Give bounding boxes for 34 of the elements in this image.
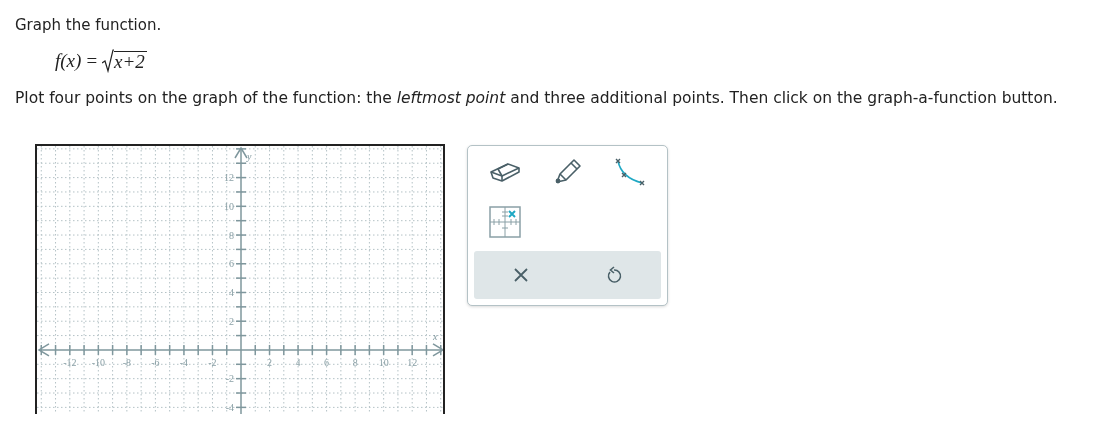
eraser-icon xyxy=(488,160,523,184)
formula-relation: = xyxy=(86,48,98,73)
tick-label: -12 xyxy=(63,356,77,368)
undo-icon xyxy=(606,266,623,284)
tick-label: 8 xyxy=(229,229,234,241)
close-icon xyxy=(513,268,528,282)
tick-label: 6 xyxy=(324,356,330,368)
square-root-icon xyxy=(102,49,115,73)
tick-label: 4 xyxy=(229,287,234,298)
tick-label: 10 xyxy=(378,356,389,368)
tick-label: -2 xyxy=(208,356,217,368)
tick-label: -10 xyxy=(91,356,105,368)
x-axis-label: x xyxy=(433,330,438,342)
formula-lhs: f(x) xyxy=(55,48,82,73)
tick-label: 12 xyxy=(224,172,234,184)
tick-label: -8 xyxy=(122,356,132,368)
coordinate-grid[interactable]: x y -12 -10 -8 -6 -4 -2 2 4 6 8 10 12 -4 -2 2 4 6 8 10 12 xyxy=(35,144,445,414)
y-axis-label: y xyxy=(247,151,252,162)
tick-label: -4 xyxy=(179,356,189,368)
tick-label: -2 xyxy=(225,373,234,385)
tick-label: 12 xyxy=(407,356,418,368)
tick-label: 4 xyxy=(295,356,301,368)
tick-label: 2 xyxy=(267,356,273,368)
tick-label: -6 xyxy=(151,356,160,368)
instruction-text: Plot four points on the graph of the function: the leftmost point and three additional points. Then click on the graph-a-function button. xyxy=(15,88,1059,108)
heading: Graph the function. xyxy=(15,15,163,35)
graph-point-icon xyxy=(489,206,522,238)
formula-radicand: x+2 xyxy=(114,50,147,72)
tick-label: 6 xyxy=(229,258,234,270)
tick-label: 2 xyxy=(229,315,234,327)
tick-label: 8 xyxy=(352,356,358,368)
curve-icon xyxy=(614,157,645,187)
tick-label: 10 xyxy=(224,200,234,212)
tick-label: -4 xyxy=(225,401,234,413)
